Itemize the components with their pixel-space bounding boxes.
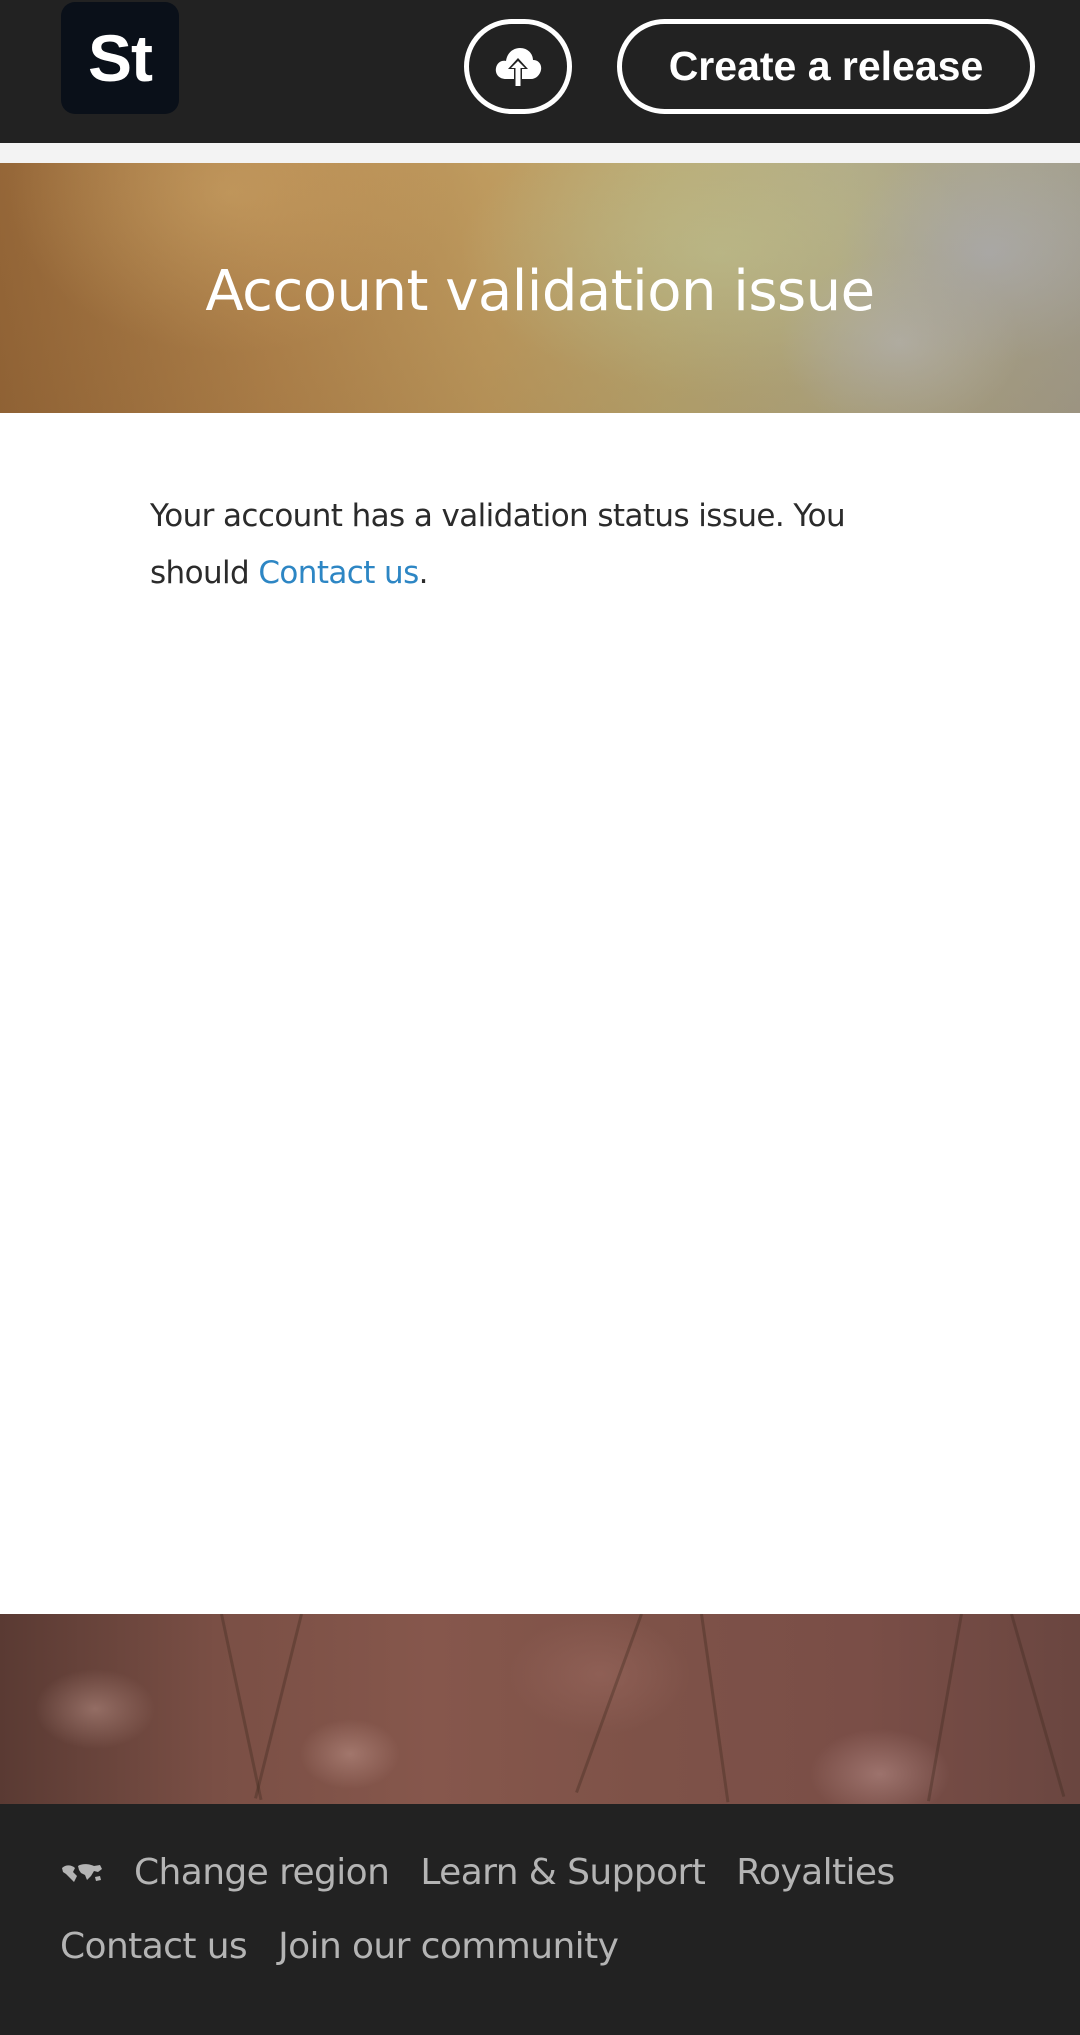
grass-streak [927, 1614, 963, 1802]
footer-link-contact-us[interactable]: Contact us [60, 1926, 248, 1967]
footer-image-band [0, 1614, 1080, 1804]
create-release-button[interactable]: Create a release [617, 19, 1035, 114]
footer-link-learn-support[interactable]: Learn & Support [420, 1852, 705, 1893]
grass-streak [220, 1614, 263, 1801]
page: St Create a release Account validation i… [0, 0, 1080, 2035]
upload-button[interactable] [464, 19, 572, 114]
contact-us-link[interactable]: Contact us [258, 555, 419, 591]
footer-link-change-region[interactable]: Change region [134, 1852, 390, 1893]
hero-banner: Account validation issue [0, 163, 1080, 413]
message-end: . [418, 555, 429, 591]
footer-row-1: Change region Learn & Support Royalties [60, 1852, 926, 1893]
footer: Change region Learn & Support Royalties … [0, 1804, 1080, 2035]
top-header: St Create a release [0, 0, 1080, 143]
header-divider [0, 143, 1080, 163]
cloud-upload-icon [495, 47, 542, 87]
stock-logo[interactable]: St [61, 2, 179, 114]
grass-streak [1010, 1614, 1066, 1798]
footer-row-2: Contact us Join our community [60, 1926, 649, 1967]
grass-streak [254, 1614, 303, 1799]
validation-message: Your account has a validation status iss… [150, 488, 950, 602]
footer-link-join-community[interactable]: Join our community [278, 1926, 619, 1967]
grass-streak [700, 1614, 730, 1803]
page-title: Account validation issue [205, 258, 875, 324]
message-text: Your account has a validation status iss… [150, 498, 846, 591]
globe-icon[interactable] [60, 1860, 104, 1886]
grass-streak [575, 1614, 643, 1794]
footer-link-royalties[interactable]: Royalties [736, 1852, 895, 1893]
